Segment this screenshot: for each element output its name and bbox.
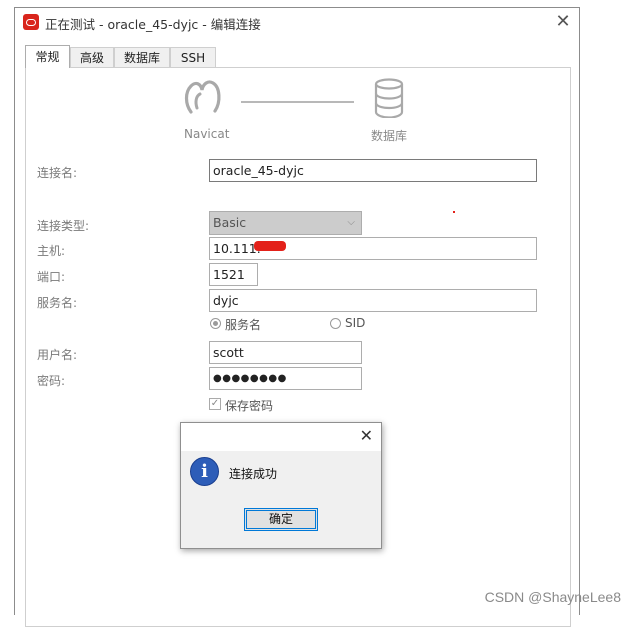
connection-name-input[interactable]: oracle_45-dyjc (209, 159, 537, 182)
connection-name-label: 连接名: (37, 166, 78, 180)
port-label: 端口: (37, 270, 66, 284)
info-icon: i (190, 457, 219, 486)
watermark: CSDN @ShayneLee8 (484, 589, 621, 605)
dialog-close-button[interactable]: ✕ (360, 426, 373, 445)
service-name-label: 服务名: (37, 296, 78, 310)
chevron-down-icon: ⌵ (347, 217, 355, 228)
window-title: 正在测试 - oracle_45-dyjc - 编辑连接 (45, 17, 261, 32)
ok-button[interactable]: 确定 (244, 508, 318, 531)
connection-type-select[interactable]: Basic ⌵ (209, 211, 362, 235)
sid-radio-label: SID (345, 316, 366, 330)
username-label: 用户名: (37, 348, 78, 362)
connection-success-dialog: ✕ i 连接成功 确定 (180, 422, 382, 549)
save-password-checkbox[interactable]: ✓ (209, 398, 221, 410)
navicat-label: Navicat (184, 127, 230, 141)
password-input[interactable]: ●●●●●●●● (209, 367, 362, 390)
window-close-button[interactable]: ✕ (547, 8, 579, 36)
database-label: 数据库 (371, 129, 408, 143)
navicat-logo-icon (184, 80, 221, 114)
password-label: 密码: (37, 374, 66, 388)
database-icon (374, 78, 404, 118)
connection-line (241, 101, 354, 103)
host-label: 主机: (37, 244, 66, 258)
redaction-mark (254, 241, 286, 251)
service-name-radio[interactable] (210, 318, 221, 329)
navicat-app-icon (23, 14, 39, 30)
service-name-radio-label: 服务名 (225, 318, 262, 332)
dialog-title-bar: ✕ (181, 423, 381, 451)
tab-database[interactable]: 数据库 (114, 47, 170, 67)
title-bar: 正在测试 - oracle_45-dyjc - 编辑连接 ✕ (15, 8, 579, 36)
dialog-message: 连接成功 (229, 467, 278, 481)
connection-type-label: 连接类型: (37, 219, 90, 233)
tab-ssh[interactable]: SSH (170, 47, 216, 67)
port-input[interactable]: 1521 (209, 263, 258, 286)
stray-dot (453, 211, 455, 213)
sid-radio[interactable] (330, 318, 341, 329)
tab-general[interactable]: 常规 (25, 45, 70, 68)
connection-type-value: Basic (213, 215, 247, 230)
save-password-label: 保存密码 (225, 399, 274, 413)
username-input[interactable]: scott (209, 341, 362, 364)
tab-advanced[interactable]: 高级 (70, 47, 114, 67)
service-name-input[interactable]: dyjc (209, 289, 537, 312)
